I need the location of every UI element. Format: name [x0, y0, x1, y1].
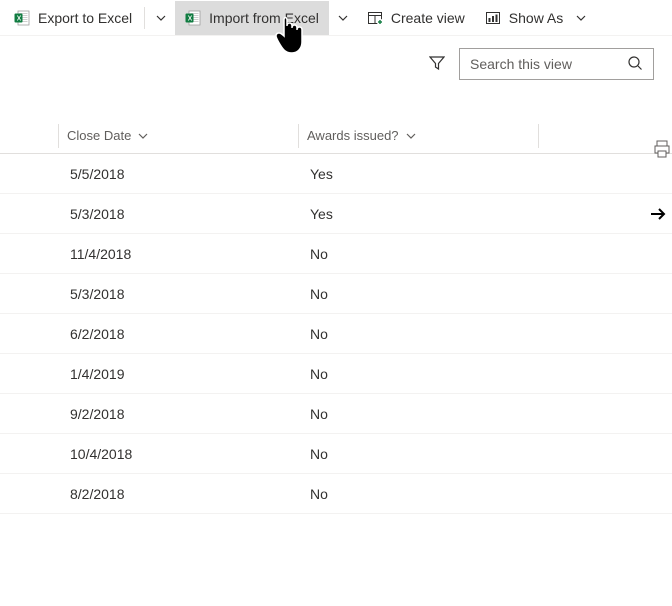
export-excel-dropdown[interactable]: [147, 1, 175, 35]
export-excel-button[interactable]: Export to Excel: [4, 1, 142, 35]
excel-icon: [14, 10, 30, 26]
command-bar: Export to Excel Import from Excel: [0, 0, 672, 36]
chevron-down-icon: [337, 12, 349, 24]
import-excel-dropdown[interactable]: [329, 1, 357, 35]
cell-awards-issued: No: [298, 246, 538, 262]
row-action-arrow[interactable]: [648, 204, 668, 224]
create-view-icon: [367, 10, 383, 26]
cell-close-date: 5/5/2018: [58, 166, 298, 182]
column-header-empty: [538, 124, 672, 148]
table-row[interactable]: 1/4/2019 No: [0, 354, 672, 394]
table-row[interactable]: 11/4/2018 No: [0, 234, 672, 274]
column-label: Close Date: [67, 128, 131, 143]
column-label: Awards issued?: [307, 128, 399, 143]
search-row: [0, 36, 672, 86]
data-grid: Close Date Awards issued? 5/5/2018 Yes 5…: [0, 118, 672, 514]
cell-awards-issued: Yes: [298, 166, 538, 182]
table-row[interactable]: 5/3/2018 No: [0, 274, 672, 314]
cell-awards-issued: No: [298, 446, 538, 462]
chevron-down-icon: [405, 130, 417, 142]
create-view-button[interactable]: Create view: [357, 1, 475, 35]
cell-awards-issued: No: [298, 326, 538, 342]
cell-close-date: 5/3/2018: [58, 286, 298, 302]
show-as-label: Show As: [509, 10, 563, 26]
table-row[interactable]: 5/5/2018 Yes: [0, 154, 672, 194]
export-excel-label: Export to Excel: [38, 10, 132, 26]
import-excel-button[interactable]: Import from Excel: [175, 1, 329, 35]
column-header-awards-issued[interactable]: Awards issued?: [298, 124, 538, 148]
search-icon[interactable]: [627, 55, 643, 74]
table-body: 5/5/2018 Yes 5/3/2018 Yes 11/4/2018 No 5…: [0, 154, 672, 514]
cell-close-date: 9/2/2018: [58, 406, 298, 422]
chevron-down-icon: [137, 130, 149, 142]
cell-close-date: 5/3/2018: [58, 206, 298, 222]
show-as-button[interactable]: Show As: [475, 1, 597, 35]
cell-awards-issued: No: [298, 366, 538, 382]
excel-icon: [185, 10, 201, 26]
chevron-down-icon: [575, 12, 587, 24]
chevron-down-icon: [155, 12, 167, 24]
create-view-label: Create view: [391, 10, 465, 26]
search-box[interactable]: [459, 48, 654, 80]
show-as-icon: [485, 10, 501, 26]
cell-close-date: 6/2/2018: [58, 326, 298, 342]
cell-awards-issued: Yes: [298, 206, 538, 222]
arrow-right-icon: [648, 204, 668, 224]
column-header-row: Close Date Awards issued?: [0, 118, 672, 154]
column-header-close-date[interactable]: Close Date: [58, 124, 298, 148]
filter-icon[interactable]: [429, 55, 445, 74]
table-row[interactable]: 5/3/2018 Yes: [0, 194, 672, 234]
table-row[interactable]: 8/2/2018 No: [0, 474, 672, 514]
cell-awards-issued: No: [298, 406, 538, 422]
table-row[interactable]: 6/2/2018 No: [0, 314, 672, 354]
import-excel-label: Import from Excel: [209, 10, 319, 26]
toolbar-divider: [144, 7, 145, 29]
cell-close-date: 8/2/2018: [58, 486, 298, 502]
cell-close-date: 11/4/2018: [58, 246, 298, 262]
table-row[interactable]: 10/4/2018 No: [0, 434, 672, 474]
search-input[interactable]: [470, 56, 620, 72]
cell-close-date: 1/4/2019: [58, 366, 298, 382]
cell-close-date: 10/4/2018: [58, 446, 298, 462]
cell-awards-issued: No: [298, 486, 538, 502]
cell-awards-issued: No: [298, 286, 538, 302]
table-row[interactable]: 9/2/2018 No: [0, 394, 672, 434]
